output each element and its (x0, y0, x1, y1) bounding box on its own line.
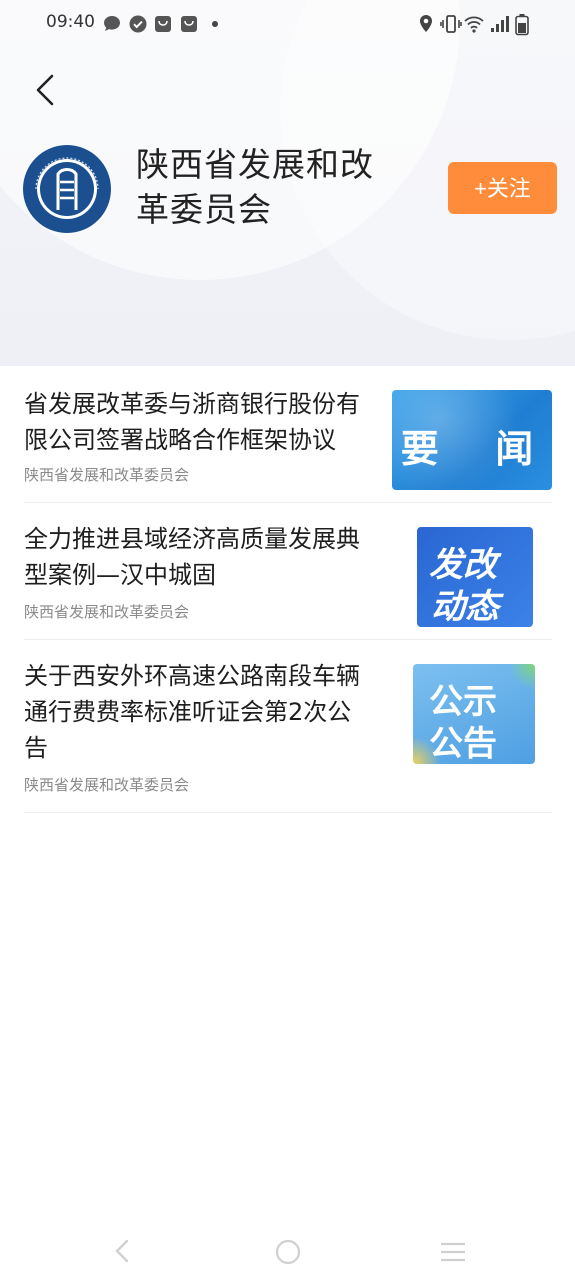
news-source: 陕西省发展和改革委员会 (24, 776, 190, 794)
vibrate-icon (440, 15, 462, 33)
news-item[interactable]: 关于西安外环高速公路南段车辆通行费费率标准听证会第2次公告 陕西省发展和改革委员… (24, 640, 552, 813)
system-nav-bar (0, 1222, 575, 1280)
follow-button[interactable]: +关注 (448, 162, 557, 214)
message-icon (104, 16, 120, 31)
news-thumbnail[interactable]: 要 闻 (392, 390, 552, 490)
thumbnail-label-line2: 公告 (429, 724, 497, 764)
status-bar: 09:40 (0, 0, 575, 48)
org-name-line2: 革委员会 (136, 190, 272, 229)
bag-icon (155, 16, 171, 32)
back-button[interactable] (26, 70, 66, 110)
news-title[interactable]: 省发展改革委与浙商银行股份有限公司签署战略合作框架协议 (24, 386, 374, 458)
org-name-line1: 陕西省发展和改 (136, 145, 374, 184)
news-thumbnail[interactable]: 公示 公告 (413, 664, 535, 764)
notification-dot (212, 21, 218, 27)
bag-icon (181, 16, 197, 32)
nav-menu-icon[interactable] (439, 1240, 467, 1264)
battery-icon (515, 14, 529, 36)
wifi-icon (464, 16, 484, 33)
news-item[interactable]: 全力推进县域经济高质量发展典型案例—汉中城固 陕西省发展和改革委员会 发改 动态 (24, 503, 552, 640)
chevron-left-icon (36, 74, 54, 106)
nav-home-icon[interactable] (274, 1238, 302, 1266)
signal-icon (491, 16, 509, 32)
news-source: 陕西省发展和改革委员会 (24, 466, 190, 484)
news-item[interactable]: 省发展改革委与浙商银行股份有限公司签署战略合作框架协议 陕西省发展和改革委员会 … (24, 366, 552, 503)
location-icon (420, 15, 432, 32)
news-thumbnail[interactable]: 发改 动态 (417, 527, 533, 627)
news-title[interactable]: 关于西安外环高速公路南段车辆通行费费率标准听证会第2次公告 (24, 658, 374, 766)
news-source: 陕西省发展和改革委员会 (24, 603, 190, 621)
thumbnail-label-line2: 动态 (431, 587, 499, 627)
check-circle-icon (129, 15, 147, 33)
org-logo (22, 144, 112, 234)
thumbnail-label: 要 闻 (400, 427, 544, 471)
nav-back-icon[interactable] (110, 1238, 134, 1264)
news-title[interactable]: 全力推进县域经济高质量发展典型案例—汉中城固 (24, 521, 374, 593)
status-time: 09:40 (46, 12, 95, 32)
org-name: 陕西省发展和改 革委员会 (136, 142, 396, 232)
